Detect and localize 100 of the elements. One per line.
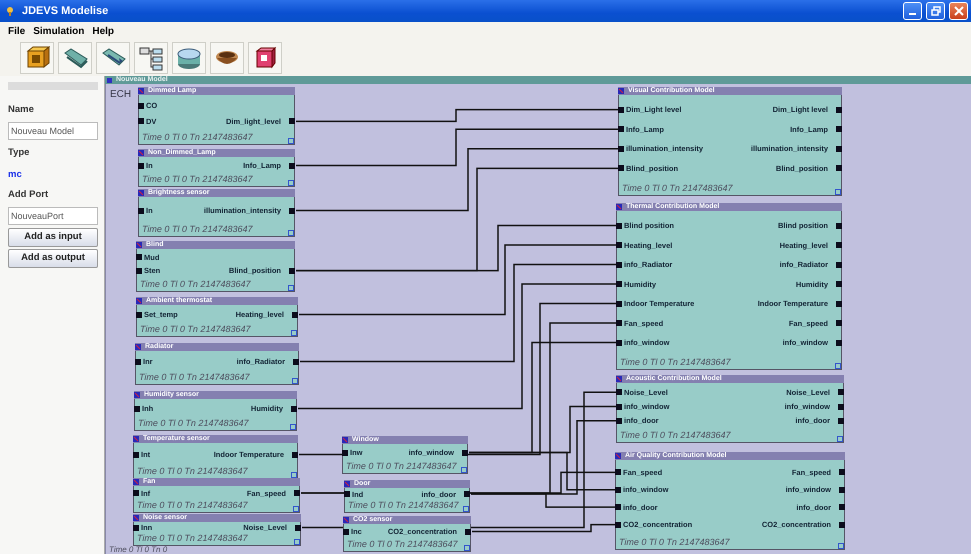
port-handle[interactable] [291, 406, 297, 412]
port-handle[interactable] [616, 300, 622, 306]
port-handle[interactable] [615, 522, 621, 528]
menu-item[interactable]: Simulation [29, 22, 88, 40]
port-handle[interactable] [836, 320, 842, 326]
port-handle[interactable] [836, 340, 842, 346]
add-output-button[interactable]: Add as output [8, 249, 98, 268]
port-handle[interactable] [138, 162, 144, 168]
port-handle[interactable] [295, 524, 301, 530]
toolbar-button[interactable] [248, 42, 282, 74]
port-handle[interactable] [615, 469, 621, 476]
toolbar-button[interactable] [96, 42, 130, 74]
port-handle[interactable] [135, 358, 141, 364]
menu-item[interactable]: Help [88, 22, 118, 40]
resize-handle[interactable] [288, 230, 294, 236]
port-handle[interactable] [292, 452, 298, 458]
port-handle[interactable] [134, 406, 140, 412]
port-handle[interactable] [138, 102, 144, 109]
port-handle[interactable] [616, 262, 622, 268]
port-handle[interactable] [616, 340, 622, 346]
port-handle[interactable] [836, 165, 842, 172]
maximize-button[interactable] [926, 2, 945, 20]
port-handle[interactable] [618, 165, 624, 172]
port-handle[interactable] [616, 222, 622, 228]
port-handle[interactable] [136, 268, 142, 274]
port-handle[interactable] [464, 491, 470, 497]
port-handle[interactable] [462, 450, 468, 456]
resize-handle[interactable] [290, 424, 296, 430]
port-handle[interactable] [289, 162, 295, 168]
port-handle[interactable] [836, 300, 842, 306]
port-handle[interactable] [294, 490, 300, 496]
resize-handle[interactable] [288, 138, 294, 144]
port-handle[interactable] [836, 146, 842, 152]
app-icon [6, 6, 14, 16]
port-handle[interactable] [136, 254, 142, 260]
port-handle[interactable] [836, 222, 842, 228]
toolbar-button[interactable] [134, 42, 168, 74]
port-handle[interactable] [618, 106, 624, 113]
port-field[interactable]: NouveauPort [8, 207, 98, 225]
port-handle[interactable] [616, 389, 622, 396]
port-handle[interactable] [136, 312, 142, 318]
resize-handle[interactable] [291, 330, 297, 336]
port-handle[interactable] [836, 281, 842, 287]
maximize-icon [930, 6, 940, 16]
port-handle[interactable] [465, 528, 471, 534]
port-handle[interactable] [292, 312, 298, 318]
port-handle[interactable] [616, 281, 622, 287]
resize-handle[interactable] [293, 506, 299, 512]
add-input-button[interactable]: Add as input [8, 228, 98, 247]
port-handle[interactable] [342, 450, 348, 456]
port-handle[interactable] [836, 242, 842, 248]
port-handle[interactable] [836, 126, 842, 132]
port-handle[interactable] [133, 490, 139, 496]
port-handle[interactable] [836, 106, 842, 113]
resize-handle[interactable] [288, 180, 294, 186]
port-handle[interactable] [289, 118, 295, 124]
port-handle[interactable] [838, 404, 844, 410]
resize-handle[interactable] [294, 539, 300, 545]
port-handle[interactable] [838, 389, 844, 396]
port-handle[interactable] [616, 404, 622, 410]
port-handle[interactable] [133, 524, 139, 530]
port-handle[interactable] [616, 320, 622, 326]
port-handle[interactable] [293, 358, 299, 364]
port-handle[interactable] [616, 418, 622, 424]
resize-handle[interactable] [292, 378, 298, 384]
toolbar-button[interactable] [58, 42, 92, 74]
port-handle[interactable] [343, 528, 349, 534]
port-handle[interactable] [838, 418, 844, 424]
port-handle[interactable] [138, 118, 144, 124]
port-handle[interactable] [618, 126, 624, 132]
resize-handle[interactable] [837, 436, 843, 442]
toolbar-button[interactable] [172, 42, 206, 74]
resize-handle[interactable] [464, 545, 470, 551]
port-handle[interactable] [133, 452, 139, 458]
toolbar-button[interactable] [20, 42, 54, 74]
toolbar-button[interactable] [210, 42, 244, 74]
port-handle[interactable] [289, 208, 295, 214]
port-handle[interactable] [839, 504, 845, 510]
port-handle[interactable] [615, 504, 621, 510]
resize-handle[interactable] [835, 363, 841, 369]
port-handle[interactable] [616, 242, 622, 248]
resize-handle[interactable] [463, 506, 469, 512]
port-handle[interactable] [618, 146, 624, 152]
port-handle[interactable] [839, 522, 845, 528]
minimize-button[interactable] [903, 2, 922, 20]
port-handle[interactable] [839, 469, 845, 476]
close-button[interactable] [949, 2, 968, 20]
port-handle[interactable] [138, 208, 144, 214]
resize-handle[interactable] [461, 467, 467, 473]
port-handle[interactable] [615, 486, 621, 493]
port-handle[interactable] [289, 268, 295, 274]
name-field[interactable]: Nouveau Model [8, 122, 98, 140]
menu-item[interactable]: File [4, 22, 30, 40]
resize-handle[interactable] [838, 543, 844, 549]
resize-handle[interactable] [835, 189, 841, 195]
port-handle[interactable] [839, 486, 845, 493]
block-time: Time 0 Tl 0 Tn 2147483647 [136, 466, 248, 477]
port-handle[interactable] [836, 262, 842, 268]
port-handle[interactable] [344, 491, 350, 497]
resize-handle[interactable] [288, 285, 294, 291]
